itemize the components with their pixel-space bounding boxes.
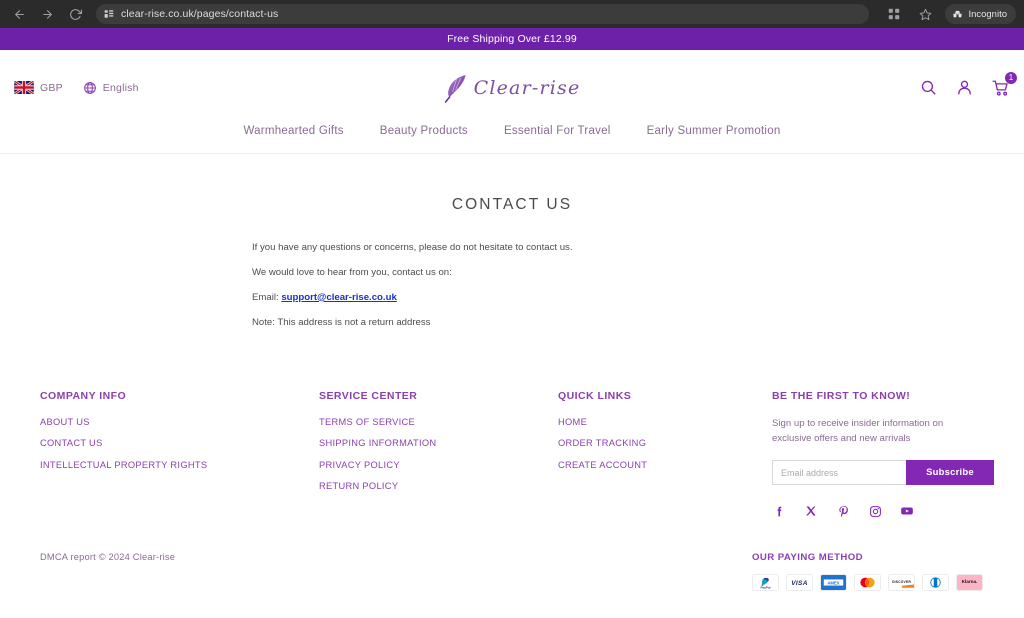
- svg-text:VISA: VISA: [791, 581, 808, 588]
- contact-paragraph-2: We would love to hear from you, contact …: [252, 266, 452, 278]
- shopping-cart-icon[interactable]: 1: [991, 72, 1017, 97]
- search-icon[interactable]: [919, 78, 938, 97]
- site-footer: COMPANY INFO ABOUT US CONTACT US INTELLE…: [0, 390, 1024, 519]
- announcement-bar: Free Shipping Over £12.99: [0, 28, 1024, 50]
- mastercard-icon: [854, 574, 881, 592]
- youtube-icon[interactable]: [900, 504, 914, 518]
- footer-link-order-tracking[interactable]: ORDER TRACKING: [558, 438, 772, 448]
- footer-column-company-info: COMPANY INFO ABOUT US CONTACT US INTELLE…: [40, 390, 319, 519]
- reload-icon[interactable]: [64, 3, 86, 25]
- newsletter-form: Subscribe: [772, 460, 994, 486]
- nav-item-warmhearted-gifts[interactable]: Warmhearted Gifts: [243, 125, 343, 137]
- discover-icon: DISCOVER: [888, 574, 915, 592]
- extensions-icon[interactable]: [883, 3, 905, 25]
- footer-column-service-center: SERVICE CENTER TERMS OF SERVICE SHIPPING…: [319, 390, 558, 519]
- incognito-icon: [952, 9, 963, 20]
- amex-icon: AMEX: [820, 574, 847, 592]
- footer-title-service-center: SERVICE CENTER: [319, 389, 418, 402]
- star-icon[interactable]: [914, 3, 936, 25]
- main-navigation: Warmhearted Gifts Beauty Products Essent…: [0, 125, 1024, 154]
- social-links: [772, 504, 1004, 518]
- brand-name: Clear-rise: [473, 76, 581, 99]
- footer-bottom-bar: DMCA report © 2024 Clear-rise OUR PAYING…: [0, 552, 1024, 592]
- cart-count-badge: 1: [1005, 72, 1017, 84]
- svg-text:Klarna.: Klarna.: [962, 580, 978, 585]
- uk-flag-icon: [14, 81, 34, 94]
- nav-item-essential-for-travel[interactable]: Essential For Travel: [504, 125, 611, 137]
- currency-label: GBP: [40, 81, 63, 94]
- newsletter-description: Sign up to receive insider information o…: [772, 417, 944, 444]
- site-info-icon[interactable]: [104, 9, 114, 19]
- svg-text:DISCOVER: DISCOVER: [892, 581, 911, 585]
- paypal-icon: PayPal: [752, 574, 779, 592]
- back-arrow-icon[interactable]: [8, 3, 30, 25]
- language-selector[interactable]: English: [83, 81, 139, 95]
- payment-methods-list: PayPal VISA AMEX DISCOVER Klarna.: [752, 574, 984, 592]
- url-text: clear-rise.co.uk/pages/contact-us: [121, 8, 279, 20]
- forward-arrow-icon[interactable]: [36, 3, 58, 25]
- diners-club-icon: [922, 574, 949, 592]
- contact-email-line: Email: support@clear-rise.co.uk: [252, 292, 792, 305]
- instagram-icon[interactable]: [868, 504, 882, 518]
- footer-link-terms-of-service[interactable]: TERMS OF SERVICE: [319, 417, 558, 427]
- incognito-label: Incognito: [968, 8, 1007, 20]
- browser-toolbar: clear-rise.co.uk/pages/contact-us Incogn…: [0, 0, 1024, 28]
- copyright-text: DMCA report © 2024 Clear-rise: [40, 552, 176, 563]
- globe-icon: [83, 81, 97, 95]
- footer-link-home[interactable]: HOME: [558, 417, 772, 427]
- footer-link-privacy-policy[interactable]: PRIVACY POLICY: [319, 460, 558, 470]
- currency-selector[interactable]: GBP: [14, 81, 63, 94]
- footer-title-company-info: COMPANY INFO: [40, 389, 127, 402]
- locale-selectors: GBP English: [14, 81, 139, 95]
- browser-right-controls: Incognito: [883, 3, 1016, 25]
- footer-title-newsletter: BE THE FIRST TO KNOW!: [772, 389, 911, 402]
- contact-note: Note: This address is not a return addre…: [252, 316, 431, 328]
- footer-link-return-policy[interactable]: RETURN POLICY: [319, 481, 558, 491]
- visa-icon: VISA: [786, 574, 813, 592]
- announcement-text: Free Shipping Over £12.99: [447, 33, 577, 45]
- footer-column-newsletter: BE THE FIRST TO KNOW! Sign up to receive…: [772, 390, 1004, 519]
- email-label: Email:: [252, 291, 282, 303]
- subscribe-button[interactable]: Subscribe: [906, 460, 994, 486]
- nav-item-beauty-products[interactable]: Beauty Products: [380, 125, 468, 137]
- x-twitter-icon[interactable]: [804, 504, 818, 518]
- page-title: CONTACT US: [451, 196, 573, 213]
- klarna-icon: Klarna.: [956, 574, 983, 592]
- feather-logo-icon: [444, 73, 470, 103]
- newsletter-email-input[interactable]: [772, 460, 906, 486]
- pinterest-icon[interactable]: [836, 504, 850, 518]
- header-actions: 1: [919, 72, 1017, 97]
- incognito-indicator[interactable]: Incognito: [945, 4, 1016, 24]
- footer-link-shipping-information[interactable]: SHIPPING INFORMATION: [319, 438, 558, 448]
- footer-link-intellectual-property-rights[interactable]: INTELLECTUAL PROPERTY RIGHTS: [40, 460, 319, 470]
- support-email-link[interactable]: support@clear-rise.co.uk: [281, 292, 396, 303]
- address-bar[interactable]: clear-rise.co.uk/pages/contact-us: [96, 4, 870, 24]
- footer-link-create-account[interactable]: CREATE ACCOUNT: [558, 460, 772, 470]
- footer-link-contact-us[interactable]: CONTACT US: [40, 438, 319, 448]
- contact-paragraph-1: If you have any questions or concerns, p…: [252, 242, 573, 253]
- svg-text:AMEX: AMEX: [827, 581, 839, 586]
- user-account-icon[interactable]: [955, 78, 974, 97]
- language-label: English: [102, 81, 139, 94]
- svg-text:PayPal: PayPal: [761, 586, 771, 590]
- payment-methods-title: OUR PAYING METHOD: [752, 552, 864, 564]
- nav-item-early-summer-promotion[interactable]: Early Summer Promotion: [647, 125, 781, 137]
- footer-title-quick-links: QUICK LINKS: [558, 389, 632, 402]
- main-content: CONTACT US If you have any questions or …: [0, 154, 1024, 330]
- footer-column-quick-links: QUICK LINKS HOME ORDER TRACKING CREATE A…: [558, 390, 772, 519]
- payment-methods-block: OUR PAYING METHOD PayPal VISA AMEX DISCO…: [752, 552, 984, 592]
- site-header: GBP English Clear-rise 1: [0, 50, 1024, 125]
- contact-text-block: If you have any questions or concerns, p…: [232, 242, 792, 330]
- site-logo[interactable]: Clear-rise: [444, 73, 581, 103]
- footer-link-about-us[interactable]: ABOUT US: [40, 417, 319, 427]
- facebook-icon[interactable]: [772, 504, 786, 518]
